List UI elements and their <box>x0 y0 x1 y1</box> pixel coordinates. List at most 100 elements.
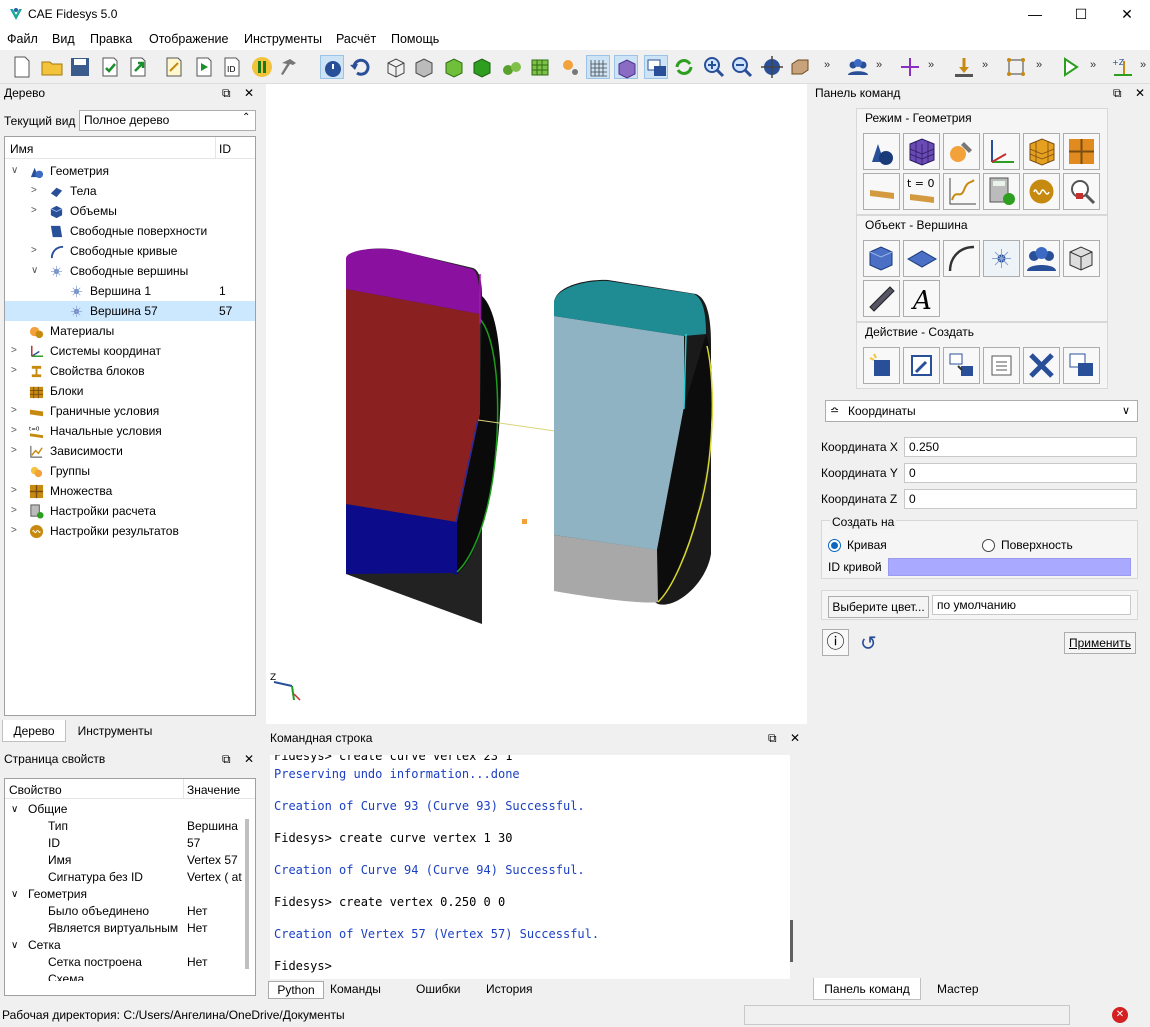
tree-item-volumes[interactable]: > Объемы <box>5 201 255 221</box>
tree-item-coord-systems[interactable]: > Системы координат <box>5 341 255 361</box>
sets-mode-button[interactable] <box>1063 133 1100 170</box>
axis-z-icon[interactable]: +Z <box>1110 55 1134 79</box>
timer-icon[interactable] <box>320 55 344 79</box>
color-value-field[interactable]: по умолчанию <box>932 595 1131 615</box>
undock-icon[interactable]: ⧉ <box>222 750 231 769</box>
prop-scrollbar[interactable] <box>245 819 249 969</box>
volume-object-button[interactable] <box>863 240 900 277</box>
chevron-down-icon[interactable]: ∨ <box>11 937 18 954</box>
pause-icon[interactable] <box>250 55 274 79</box>
chevron-right-icon[interactable]: > <box>11 481 17 501</box>
geometry-mode-button[interactable] <box>863 133 900 170</box>
blocks-mode-button[interactable] <box>1023 133 1060 170</box>
close-panel-icon[interactable]: ✕ <box>244 750 254 769</box>
bc-mode-button[interactable] <box>863 173 900 210</box>
create-action-button[interactable] <box>863 347 900 384</box>
tree-item-blocks[interactable]: Блоки <box>5 381 255 401</box>
tree-item-materials[interactable]: Материалы <box>5 321 255 341</box>
close-window-button[interactable]: ✕ <box>1104 0 1150 28</box>
chevron-right-icon[interactable]: > <box>31 241 37 261</box>
toolbar-overflow-icon[interactable]: » <box>876 59 882 71</box>
run-icon[interactable] <box>1058 55 1082 79</box>
prop-group-general[interactable]: ∨ Общие <box>5 801 245 818</box>
load-arrow-icon[interactable] <box>952 55 976 79</box>
toolbar-overflow-icon[interactable]: » <box>1036 59 1042 71</box>
menu-view[interactable]: Вид <box>52 32 75 46</box>
error-indicator-icon[interactable]: ✕ <box>1112 1007 1128 1023</box>
maximize-button[interactable]: ☐ <box>1058 0 1104 28</box>
menu-display[interactable]: Отображение <box>149 32 228 46</box>
modify-action-button[interactable] <box>903 347 940 384</box>
vertex-object-button[interactable] <box>983 240 1020 277</box>
toolbar-overflow-icon[interactable]: » <box>928 59 934 71</box>
toolbar-overflow-icon[interactable]: » <box>1090 59 1096 71</box>
properties-action-button[interactable] <box>983 347 1020 384</box>
initial-cond-mode-button[interactable]: t = 0 <box>903 173 940 210</box>
chevron-right-icon[interactable]: > <box>31 181 37 201</box>
coord-y-input[interactable]: 0 <box>904 463 1137 483</box>
dependency-mode-button[interactable] <box>943 173 980 210</box>
node-icon[interactable] <box>558 55 582 79</box>
solid-icon[interactable] <box>470 55 494 79</box>
body-object-button[interactable] <box>1063 240 1100 277</box>
view-select[interactable]: Полное дерево ⌃ <box>79 110 256 131</box>
close-panel-icon[interactable]: ✕ <box>244 84 254 103</box>
reset-icon[interactable]: ↺ <box>860 631 877 656</box>
info-icon[interactable]: ⓘ <box>822 629 849 656</box>
tree-item-block-props[interactable]: > Свойства блоков <box>5 361 255 381</box>
surface-object-button[interactable] <box>903 240 940 277</box>
menu-edit[interactable]: Правка <box>90 32 132 46</box>
chevron-right-icon[interactable]: > <box>11 361 17 381</box>
close-panel-icon[interactable]: ✕ <box>790 729 800 748</box>
hammer-icon[interactable] <box>278 55 302 79</box>
transparent-cube-icon[interactable] <box>614 55 638 79</box>
menu-tools[interactable]: Инструменты <box>244 32 322 46</box>
prop-group-geometry[interactable]: ∨ Геометрия <box>5 886 245 903</box>
zoom-in-icon[interactable] <box>702 55 726 79</box>
tree-item-result-settings[interactable]: > Настройки результатов <box>5 521 255 541</box>
method-select[interactable]: ≏ Координаты ∨ <box>825 400 1138 422</box>
chevron-right-icon[interactable]: > <box>11 401 17 421</box>
inspect-mode-button[interactable] <box>1063 173 1100 210</box>
choose-color-button[interactable]: Выберите цвет... <box>828 596 929 618</box>
chevron-right-icon[interactable]: > <box>11 521 17 541</box>
crosshair-icon[interactable] <box>898 55 922 79</box>
tree-item-vertex-1[interactable]: Вершина 1 1 <box>5 281 255 301</box>
console-scrollbar[interactable] <box>790 920 793 962</box>
chevron-down-icon[interactable]: ∨ <box>11 801 18 818</box>
chevron-down-icon[interactable]: ∨ <box>31 261 38 281</box>
chevron-right-icon[interactable]: > <box>31 201 37 221</box>
tab-history[interactable]: История <box>486 982 533 996</box>
vertex-57-marker[interactable] <box>522 519 527 524</box>
tree-item-boundary-conditions[interactable]: > Граничные условия <box>5 401 255 421</box>
undock-icon[interactable]: ⧉ <box>1113 84 1122 103</box>
results-mode-button[interactable] <box>1023 173 1060 210</box>
mesh-cube-icon[interactable] <box>528 55 552 79</box>
menu-file[interactable]: Файл <box>7 32 38 46</box>
command-output[interactable]: Fidesys> create curve vertex 23 1 Preser… <box>270 755 790 979</box>
import-icon[interactable] <box>98 55 122 79</box>
apply-button[interactable]: Применить <box>1064 632 1136 654</box>
grid-axes-icon[interactable] <box>586 55 610 79</box>
materials-mode-button[interactable] <box>943 133 980 170</box>
curve-id-input[interactable] <box>888 558 1131 576</box>
open-folder-icon[interactable] <box>40 55 64 79</box>
chevron-right-icon[interactable]: > <box>11 501 17 521</box>
script-edit-icon[interactable] <box>162 55 186 79</box>
run-script-icon[interactable] <box>192 55 216 79</box>
coords-mode-button[interactable] <box>983 133 1020 170</box>
volumes-icon[interactable] <box>500 55 524 79</box>
save-icon[interactable] <box>68 55 92 79</box>
hidden-line-icon[interactable] <box>412 55 436 79</box>
property-table[interactable]: Свойство Значение ∨ Общие Тип Вершина ID 57… <box>4 778 256 996</box>
tree-item-free-vertices[interactable]: ∨ Свободные вершины <box>5 261 255 281</box>
model-canvas[interactable]: Z <box>266 84 807 724</box>
menu-calculation[interactable]: Расчёт <box>336 32 376 46</box>
close-panel-icon[interactable]: ✕ <box>1135 84 1145 103</box>
tree-item-free-curves[interactable]: > Свободные кривые <box>5 241 255 261</box>
tree-item-calc-settings[interactable]: > Настройки расчета <box>5 501 255 521</box>
window-layer-icon[interactable] <box>644 55 668 79</box>
toolbar-overflow-icon[interactable]: » <box>824 59 830 71</box>
radio-surface[interactable] <box>982 539 995 552</box>
toolbar-overflow-icon[interactable]: » <box>1140 59 1146 71</box>
